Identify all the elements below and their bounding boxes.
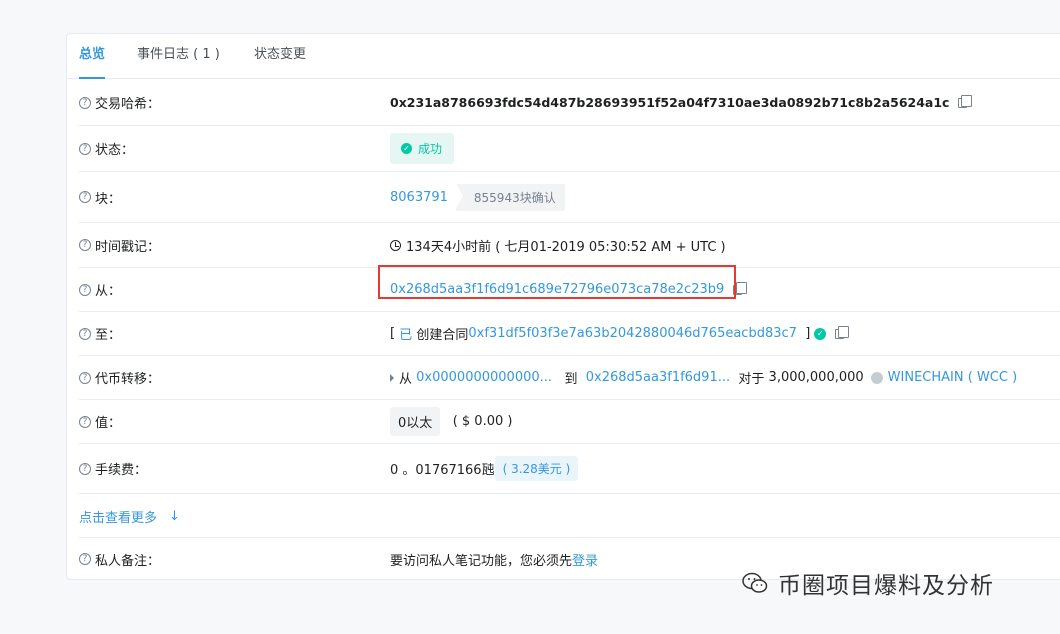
row-value: ? 值： 0以太 ( $ 0.00 ) <box>79 400 1060 444</box>
block-number-link[interactable]: 8063791 <box>390 190 448 205</box>
row-status: ? 状态： ✓ 成功 <box>79 126 1060 172</box>
row-transaction-hash: ? 交易哈希： 0x231a8786693fdc54d487b28693951f5… <box>79 80 1060 126</box>
note-text: 要访问私人笔记功能，您必须先 <box>390 553 573 569</box>
label-private-note: 私人备注： <box>95 553 161 569</box>
tab-state-changes[interactable]: 状态变更 <box>254 34 306 79</box>
contract-address-link[interactable]: 0xf31df5f03f3e7a63b2042880046d765eacbd83… <box>468 326 797 341</box>
help-icon[interactable]: ? <box>79 462 91 475</box>
block-confirmations-badge: 855943块确认 <box>455 183 565 211</box>
verified-check-icon: ✓ <box>814 327 827 340</box>
help-icon[interactable]: ? <box>79 96 91 109</box>
label-from: 从： <box>95 284 122 299</box>
copy-icon[interactable] <box>958 94 973 108</box>
transfer-amount: 3,000,000,000 <box>768 370 864 385</box>
help-icon[interactable]: ? <box>79 191 91 203</box>
transaction-hash-value: 0x231a8786693fdc54d487b28693951f52a04f73… <box>390 95 950 110</box>
value-usd: ( $ 0.00 ) <box>452 414 513 429</box>
row-block: ? 块： 8063791 855943块确认 <box>79 172 1060 223</box>
label-token-transfer: 代币转移： <box>95 372 161 387</box>
tab-event-logs[interactable]: 事件日志 ( 1 ) <box>137 34 220 79</box>
watermark: 币圈项目爆料及分析 <box>742 566 994 600</box>
label-block: 块： <box>95 191 122 207</box>
token-icon <box>870 371 883 384</box>
arrow-down-icon: ↓ <box>169 508 180 524</box>
row-token-transfer: ? 代币转移： 从 0x0000000000000... 到 0x268d5aa3… <box>79 356 1060 400</box>
help-icon[interactable]: ? <box>79 371 91 384</box>
label-timestamp: 时间戳记： <box>95 239 161 255</box>
copy-icon[interactable] <box>835 325 850 339</box>
help-icon[interactable]: ? <box>79 415 91 428</box>
token-link[interactable]: WINECHAIN ( WCC ) <box>888 370 1017 385</box>
timestamp-value: 134天4小时前 ( 七月01-2019 05:30:52 AM + UTC ) <box>406 239 726 255</box>
fee-value: 0 。01767166瓲 <box>390 463 495 478</box>
login-link[interactable]: 登录 <box>572 550 598 569</box>
label-to: 至： <box>95 328 122 343</box>
help-icon[interactable]: ? <box>79 142 91 155</box>
check-circle-icon: ✓ <box>401 143 412 154</box>
transaction-card: 总览 事件日志 ( 1 ) 状态变更 ? 交易哈希： 0x231a8786693f… <box>66 33 1060 580</box>
label-hash: 交易哈希： <box>95 97 161 112</box>
row-fee: ? 手续费： 0 。01767166瓲( 3.28美元 ) <box>79 444 1060 494</box>
wechat-icon <box>742 572 768 593</box>
tab-overview[interactable]: 总览 <box>79 34 106 79</box>
fee-usd: ( 3.28美元 ) <box>494 456 579 481</box>
row-timestamp: ? 时间戳记： 134天4小时前 ( 七月01-2019 05:30:52 AM … <box>79 223 1060 268</box>
help-icon[interactable]: ? <box>79 239 91 251</box>
label-value: 值： <box>95 416 122 431</box>
row-to: ? 至： [ 已 创建合同 0xf31df5f03f3e7a63b204288004… <box>79 312 1060 356</box>
label-fee: 手续费： <box>95 463 148 478</box>
status-badge: ✓ 成功 <box>390 133 455 164</box>
help-icon[interactable]: ? <box>79 283 91 296</box>
timestamp-highlight-box <box>378 265 736 299</box>
created-marker: 已 <box>399 328 413 343</box>
transfer-from-link[interactable]: 0x0000000000000... <box>416 370 552 385</box>
help-icon[interactable]: ? <box>79 553 91 565</box>
help-icon[interactable]: ? <box>79 327 91 340</box>
show-more-link[interactable]: 点击查看更多 ↓ <box>79 494 180 538</box>
label-status: 状态： <box>95 143 135 158</box>
transfer-to-link[interactable]: 0x268d5aa3f1f6d91... <box>586 370 730 385</box>
clock-icon <box>390 239 401 251</box>
caret-right-icon <box>390 373 394 382</box>
tab-bar: 总览 事件日志 ( 1 ) 状态变更 <box>67 34 1060 79</box>
value-eth: 0以太 <box>390 407 441 436</box>
